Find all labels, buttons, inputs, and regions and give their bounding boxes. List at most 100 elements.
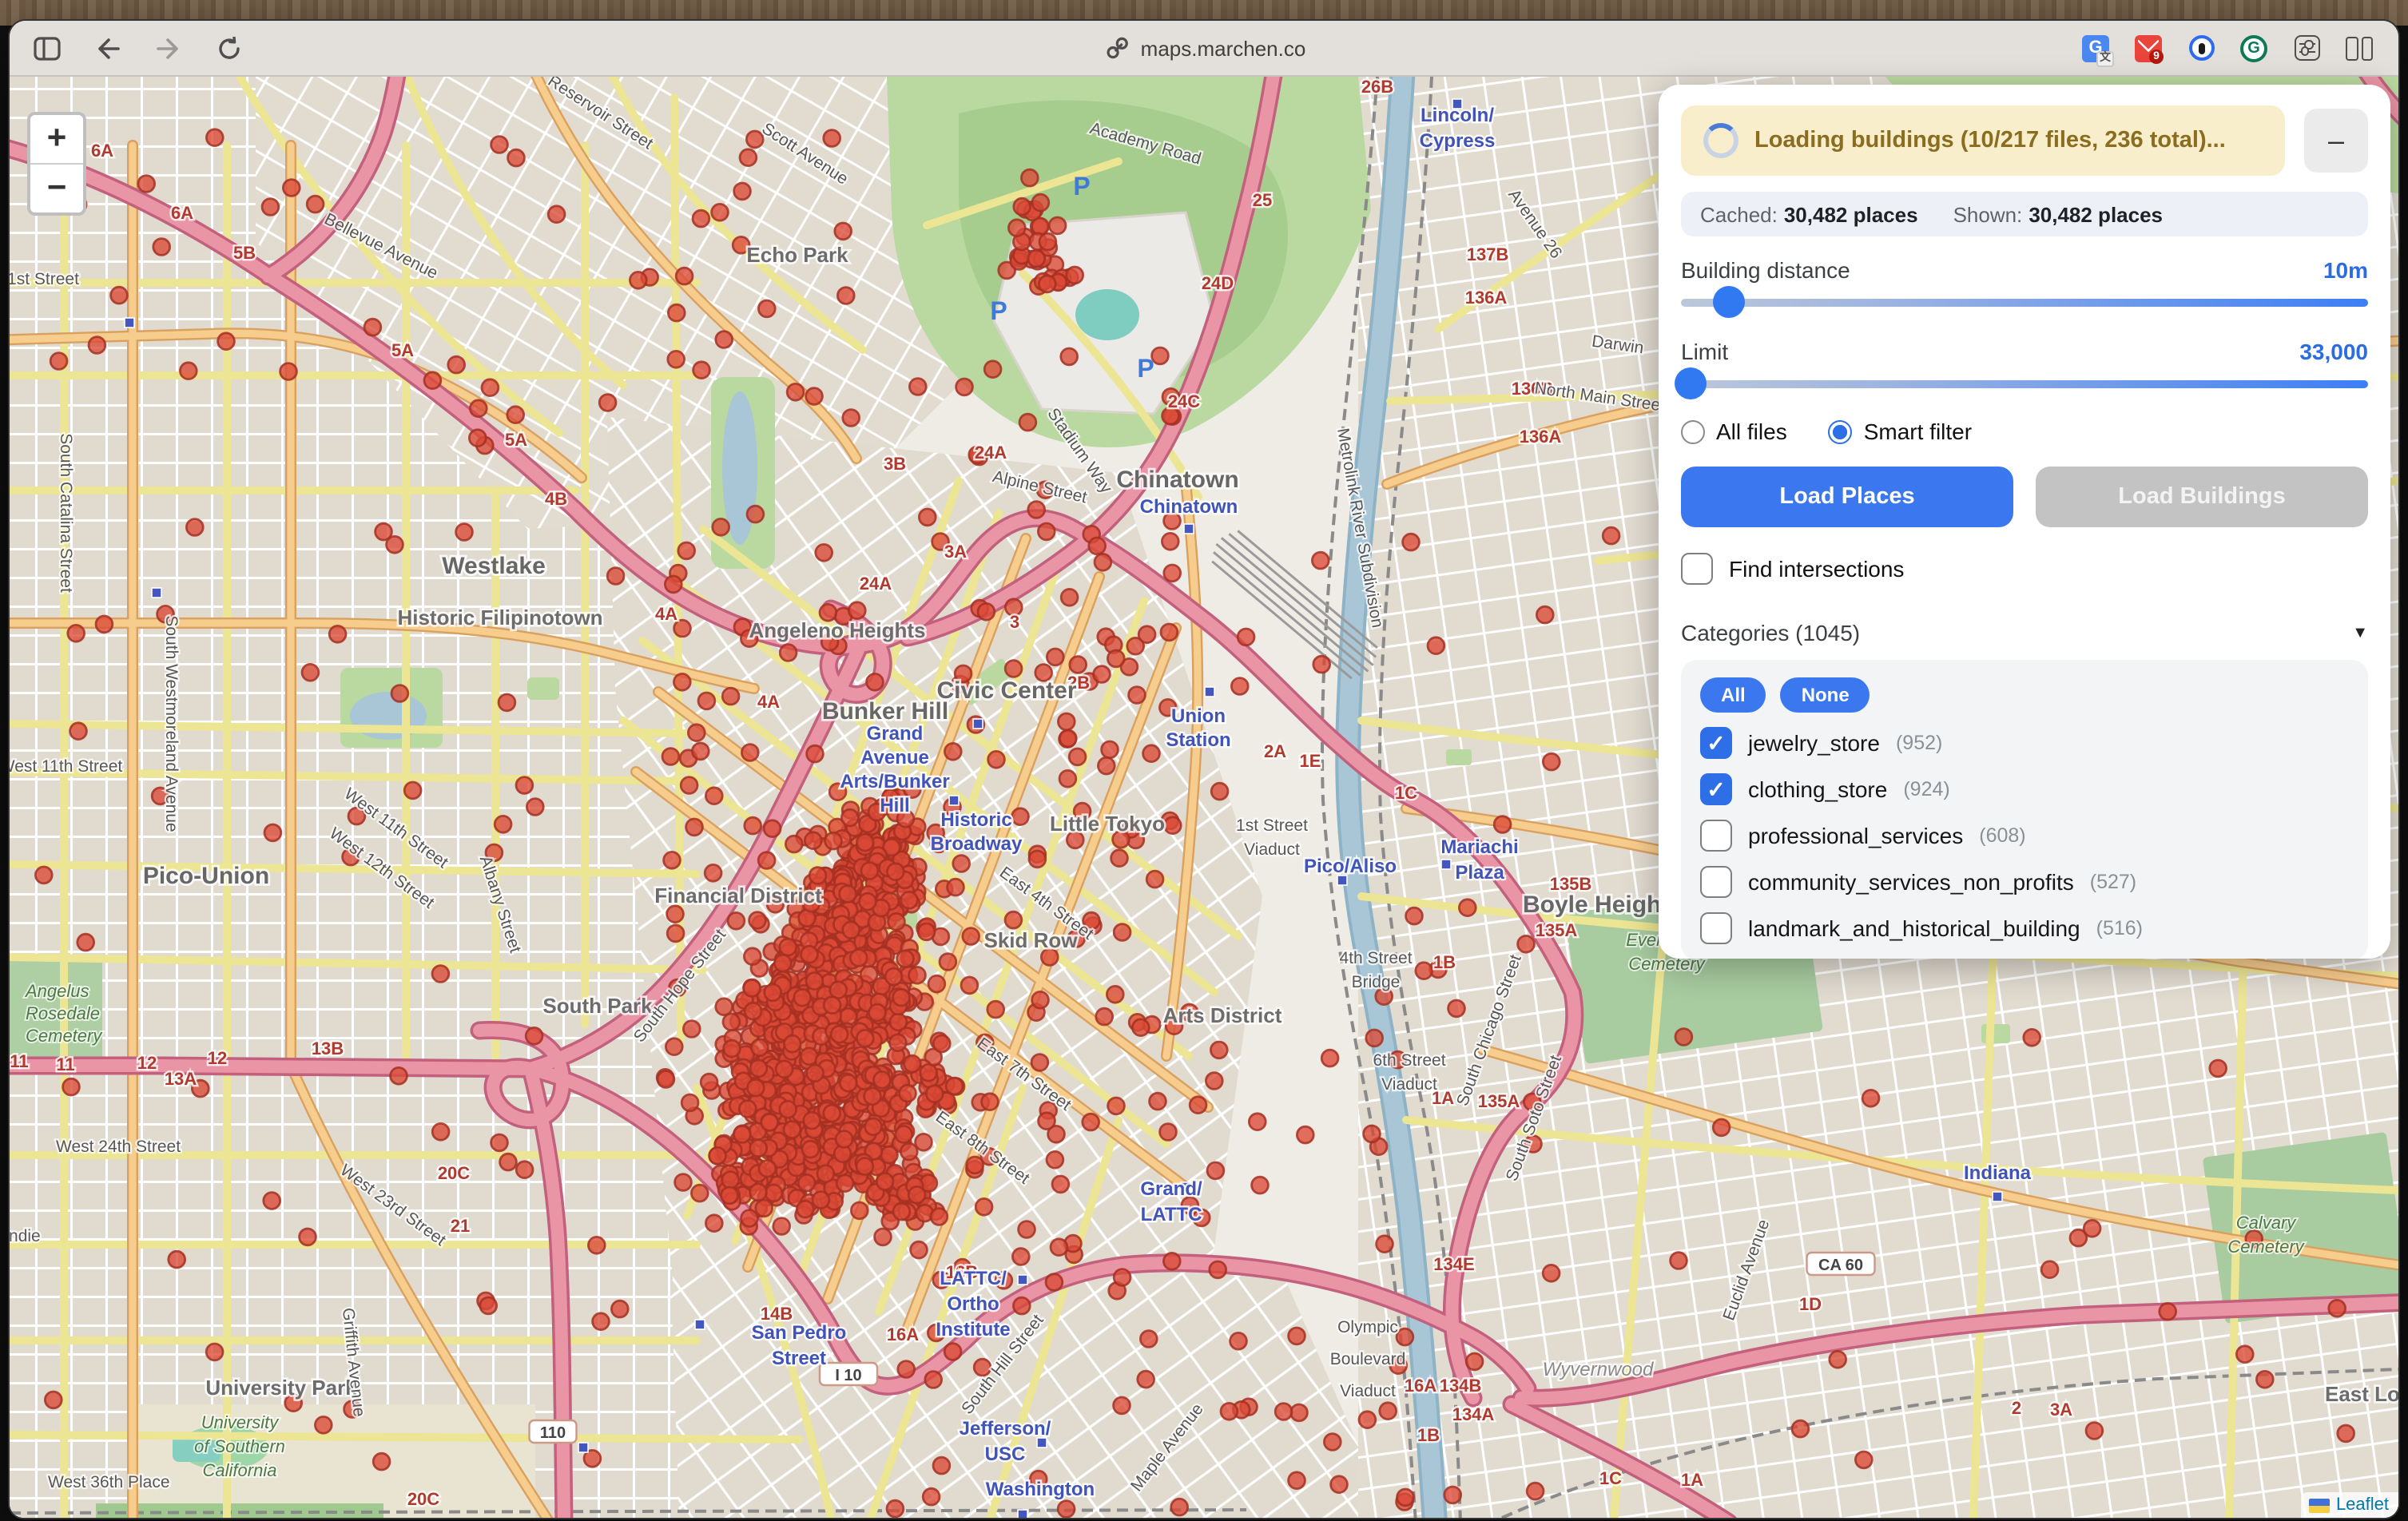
- place-marker[interactable]: [1143, 745, 1160, 762]
- place-marker[interactable]: [607, 568, 624, 585]
- place-marker[interactable]: [1397, 1489, 1414, 1506]
- place-marker[interactable]: [851, 1202, 868, 1219]
- place-marker[interactable]: [837, 288, 854, 304]
- place-marker[interactable]: [1397, 1328, 1413, 1345]
- place-marker[interactable]: [967, 1157, 983, 1174]
- place-marker[interactable]: [978, 603, 995, 620]
- place-marker[interactable]: [1046, 1274, 1063, 1291]
- place-marker[interactable]: [664, 852, 681, 868]
- place-marker[interactable]: [747, 506, 764, 522]
- place-marker[interactable]: [1067, 267, 1083, 284]
- building-distance-slider[interactable]: [1681, 286, 2368, 318]
- place-marker[interactable]: [2086, 1423, 2103, 1440]
- place-marker[interactable]: [948, 879, 964, 896]
- place-marker[interactable]: [963, 928, 979, 945]
- find-intersections-checkbox[interactable]: [1681, 553, 1713, 585]
- place-marker[interactable]: [1107, 650, 1124, 667]
- all-files-radio[interactable]: All files: [1681, 419, 1787, 444]
- place-marker[interactable]: [758, 852, 775, 869]
- place-marker[interactable]: [668, 351, 685, 367]
- place-marker[interactable]: [976, 1198, 992, 1215]
- place-marker[interactable]: [50, 353, 67, 370]
- place-marker[interactable]: [1312, 552, 1329, 569]
- place-marker[interactable]: [70, 723, 87, 740]
- place-marker[interactable]: [843, 410, 860, 427]
- place-marker[interactable]: [787, 383, 804, 400]
- place-marker[interactable]: [876, 1174, 893, 1190]
- place-marker[interactable]: [840, 1074, 856, 1091]
- place-marker[interactable]: [1366, 1030, 1383, 1046]
- place-marker[interactable]: [169, 1251, 185, 1268]
- place-marker[interactable]: [1297, 1126, 1313, 1143]
- place-marker[interactable]: [1138, 626, 1155, 643]
- place-marker[interactable]: [373, 1453, 390, 1470]
- place-marker[interactable]: [1238, 629, 1254, 645]
- place-marker[interactable]: [1047, 649, 1063, 665]
- place-marker[interactable]: [804, 1112, 821, 1129]
- place-marker[interactable]: [893, 989, 910, 1006]
- place-marker[interactable]: [1039, 276, 1055, 292]
- place-marker[interactable]: [926, 1086, 943, 1102]
- place-marker[interactable]: [77, 934, 94, 951]
- place-marker[interactable]: [946, 1078, 963, 1094]
- place-marker[interactable]: [1466, 1353, 1483, 1370]
- place-marker[interactable]: [784, 1035, 801, 1052]
- place-marker[interactable]: [1163, 1253, 1180, 1269]
- place-marker[interactable]: [480, 1297, 497, 1314]
- place-marker[interactable]: [919, 509, 936, 526]
- place-marker[interactable]: [809, 868, 826, 884]
- place-marker[interactable]: [678, 542, 695, 559]
- place-marker[interactable]: [848, 602, 865, 619]
- limit-slider[interactable]: [1681, 367, 2368, 399]
- place-marker[interactable]: [387, 536, 403, 553]
- place-marker[interactable]: [315, 1416, 332, 1433]
- place-marker[interactable]: [825, 832, 842, 849]
- place-marker[interactable]: [1377, 1236, 1393, 1253]
- place-marker[interactable]: [1028, 250, 1045, 267]
- place-marker[interactable]: [918, 923, 935, 940]
- zoom-in-button[interactable]: +: [30, 115, 83, 165]
- place-marker[interactable]: [1289, 1328, 1305, 1344]
- place-marker[interactable]: [1231, 678, 1248, 695]
- place-marker[interactable]: [1098, 757, 1115, 774]
- place-marker[interactable]: [1210, 1261, 1226, 1278]
- place-marker[interactable]: [2084, 1220, 2100, 1237]
- reload-button-icon[interactable]: [214, 34, 243, 62]
- place-marker[interactable]: [593, 1313, 610, 1330]
- place-marker[interactable]: [740, 149, 757, 166]
- back-button-icon[interactable]: [93, 34, 121, 62]
- place-marker[interactable]: [432, 966, 449, 983]
- place-marker[interactable]: [1114, 924, 1130, 941]
- place-marker[interactable]: [1221, 1403, 1238, 1420]
- place-marker[interactable]: [840, 886, 856, 903]
- place-marker[interactable]: [701, 1074, 717, 1090]
- place-marker[interactable]: [1039, 1113, 1055, 1130]
- place-marker[interactable]: [928, 975, 945, 992]
- place-marker[interactable]: [1364, 1126, 1381, 1142]
- place-marker[interactable]: [1230, 1332, 1247, 1349]
- place-marker[interactable]: [956, 379, 973, 395]
- place-marker[interactable]: [662, 749, 679, 765]
- place-marker[interactable]: [802, 1141, 819, 1158]
- place-marker[interactable]: [897, 951, 914, 967]
- grammarly-extension-icon[interactable]: G: [2240, 34, 2267, 62]
- place-marker[interactable]: [675, 1174, 692, 1191]
- place-marker[interactable]: [1069, 749, 1086, 765]
- place-marker[interactable]: [2041, 1261, 2058, 1278]
- place-marker[interactable]: [709, 1147, 726, 1164]
- place-marker[interactable]: [861, 863, 878, 880]
- place-marker[interactable]: [186, 519, 203, 536]
- place-marker[interactable]: [756, 1200, 773, 1217]
- sidebar-toggle-icon[interactable]: [32, 34, 61, 62]
- place-marker[interactable]: [925, 1372, 942, 1388]
- collapse-triangle-icon[interactable]: ▼: [2352, 624, 2368, 641]
- place-marker[interactable]: [984, 361, 1001, 378]
- place-marker[interactable]: [2256, 1371, 2273, 1388]
- place-marker[interactable]: [750, 1184, 767, 1201]
- place-marker[interactable]: [1289, 1472, 1305, 1489]
- place-marker[interactable]: [1108, 1098, 1125, 1114]
- place-marker[interactable]: [1324, 1434, 1341, 1451]
- load-places-button[interactable]: Load Places: [1681, 467, 2013, 527]
- place-marker[interactable]: [1675, 1029, 1692, 1046]
- place-marker[interactable]: [911, 1241, 928, 1258]
